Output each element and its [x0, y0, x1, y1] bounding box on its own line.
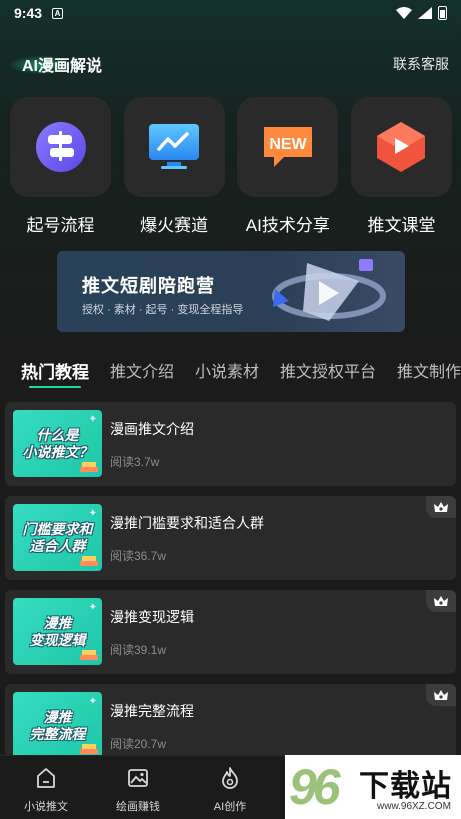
- quick-action-signup-flow[interactable]: 起号流程: [10, 97, 111, 242]
- lesson-title: 漫推变现逻辑: [110, 609, 194, 625]
- quick-action-tweet-class[interactable]: 推文课堂: [350, 97, 452, 242]
- nav-label: AI创作: [213, 801, 247, 813]
- nav-label: 小说推文: [24, 801, 68, 813]
- app-title: AI漫画解说: [22, 58, 103, 75]
- site-watermark: 96 下载站 www.96XZ.COM: [285, 755, 461, 819]
- quick-label: 推文课堂: [367, 216, 436, 235]
- books-icon: [80, 744, 98, 754]
- watermark-number: 96: [289, 759, 341, 815]
- new-badge-icon: NEW: [263, 127, 312, 167]
- play-cube-icon: [377, 122, 426, 172]
- lesson-thumbnail: 漫推 变现逻辑 ✦: [13, 598, 102, 665]
- sparkle-icon: ✦: [88, 602, 97, 613]
- thumbnail-text: 漫推 变现逻辑: [29, 614, 86, 648]
- crown-icon: [434, 502, 448, 512]
- quick-action-ai-share[interactable]: NEW AI技术分享: [237, 97, 339, 242]
- vip-crown-badge: [426, 684, 456, 706]
- battery-icon: [438, 6, 447, 20]
- lesson-list: 什么是 小说推文？ ✦ 漫画推文介绍 阅读3.7w 门槛要求和 适合人群 ✦ 漫…: [5, 402, 456, 778]
- quick-tile[interactable]: [10, 97, 111, 197]
- lesson-reads: 阅读39.1w: [110, 643, 167, 657]
- nav-paint-earn[interactable]: 绘画赚钱: [92, 756, 184, 819]
- status-bar: 9:43 A: [0, 0, 461, 26]
- lesson-reads: 阅读36.7w: [110, 549, 167, 563]
- thumbnail-text: 门槛要求和 适合人群: [22, 520, 93, 554]
- banner-title: 推文短剧陪跑营: [82, 276, 215, 296]
- quick-label: 爆火赛道: [140, 216, 209, 235]
- quick-tile[interactable]: NEW: [237, 97, 339, 197]
- lesson-reads: 阅读3.7w: [110, 455, 160, 469]
- nav-novel-tweet[interactable]: 小说推文: [0, 756, 92, 819]
- signpost-icon: [35, 122, 86, 172]
- tab-novel-material[interactable]: 小说素材: [195, 358, 259, 382]
- lesson-title: 漫画推文介绍: [110, 421, 194, 437]
- quick-action-hot-track[interactable]: 爆火赛道: [123, 97, 225, 242]
- crown-icon: [434, 596, 448, 606]
- quick-label: AI技术分享: [245, 216, 330, 235]
- tab-hot-tutorials[interactable]: 热门教程: [21, 358, 89, 388]
- lesson-card[interactable]: 什么是 小说推文？ ✦ 漫画推文介绍 阅读3.7w: [5, 402, 456, 486]
- books-icon: [80, 556, 98, 566]
- tab-license-platform[interactable]: 推文授权平台: [280, 358, 376, 382]
- lesson-thumbnail: 什么是 小说推文？ ✦: [13, 410, 102, 477]
- sparkle-icon: ✦: [88, 696, 97, 707]
- status-indicators: [396, 6, 447, 20]
- banner-play-art: [272, 259, 386, 321]
- tab-tweet-intro[interactable]: 推文介绍: [110, 358, 174, 382]
- watermark-text: 下载站: [359, 770, 452, 803]
- nav-ai-create[interactable]: AI创作: [184, 756, 276, 819]
- vip-crown-badge: [426, 590, 456, 612]
- category-tabs: 热门教程 推文介绍 小说素材 推文授权平台 推文制作: [0, 352, 461, 388]
- tab-tweet-making[interactable]: 推文制作: [397, 358, 461, 382]
- crown-icon: [434, 690, 448, 700]
- app-header: AI漫画解说 联系客服: [0, 48, 461, 80]
- lesson-thumbnail: 门槛要求和 适合人群 ✦: [13, 504, 102, 571]
- lesson-title: 漫推完整流程: [110, 703, 194, 719]
- books-icon: [80, 650, 98, 660]
- thumbnail-text: 什么是 小说推文？: [22, 426, 93, 460]
- trend-monitor-icon: [149, 124, 200, 169]
- signal-icon: [418, 7, 432, 19]
- lesson-title: 漫推门槛要求和适合人群: [110, 515, 264, 531]
- quick-tile[interactable]: [123, 97, 225, 197]
- promo-banner[interactable]: 推文短剧陪跑营 授权 · 素材 · 起号 · 变现全程指导: [57, 251, 405, 332]
- quick-actions: 起号流程 爆火赛道 NEW AI技术分享 推文课堂: [10, 97, 452, 242]
- thumbnail-text: 漫推 完整流程: [29, 708, 86, 742]
- lesson-card[interactable]: 漫推 变现逻辑 ✦ 漫推变现逻辑 阅读39.1w: [5, 590, 456, 674]
- quick-label: 起号流程: [26, 216, 95, 235]
- sparkle-icon: ✦: [88, 414, 97, 425]
- books-icon: [80, 462, 98, 472]
- home-icon: [37, 768, 55, 788]
- customer-service-link[interactable]: 联系客服: [393, 54, 449, 74]
- lesson-thumbnail: 漫推 完整流程 ✦: [13, 692, 102, 759]
- watermark-url: www.96XZ.COM: [377, 801, 451, 812]
- notification-icon: A: [52, 7, 64, 19]
- status-time: 9:43: [14, 5, 43, 21]
- banner-subtitle: 授权 · 素材 · 起号 · 变现全程指导: [82, 304, 244, 316]
- nav-label: 绘画赚钱: [116, 801, 160, 813]
- quick-tile[interactable]: [350, 97, 452, 197]
- flame-icon: [222, 767, 238, 789]
- wifi-icon: [396, 7, 412, 19]
- lesson-reads: 阅读20.7w: [110, 737, 167, 751]
- image-icon: [128, 769, 148, 787]
- lesson-card[interactable]: 门槛要求和 适合人群 ✦ 漫推门槛要求和适合人群 阅读36.7w: [5, 496, 456, 580]
- vip-crown-badge: [426, 496, 456, 518]
- sparkle-icon: ✦: [88, 508, 97, 519]
- svg-text:NEW: NEW: [269, 136, 307, 153]
